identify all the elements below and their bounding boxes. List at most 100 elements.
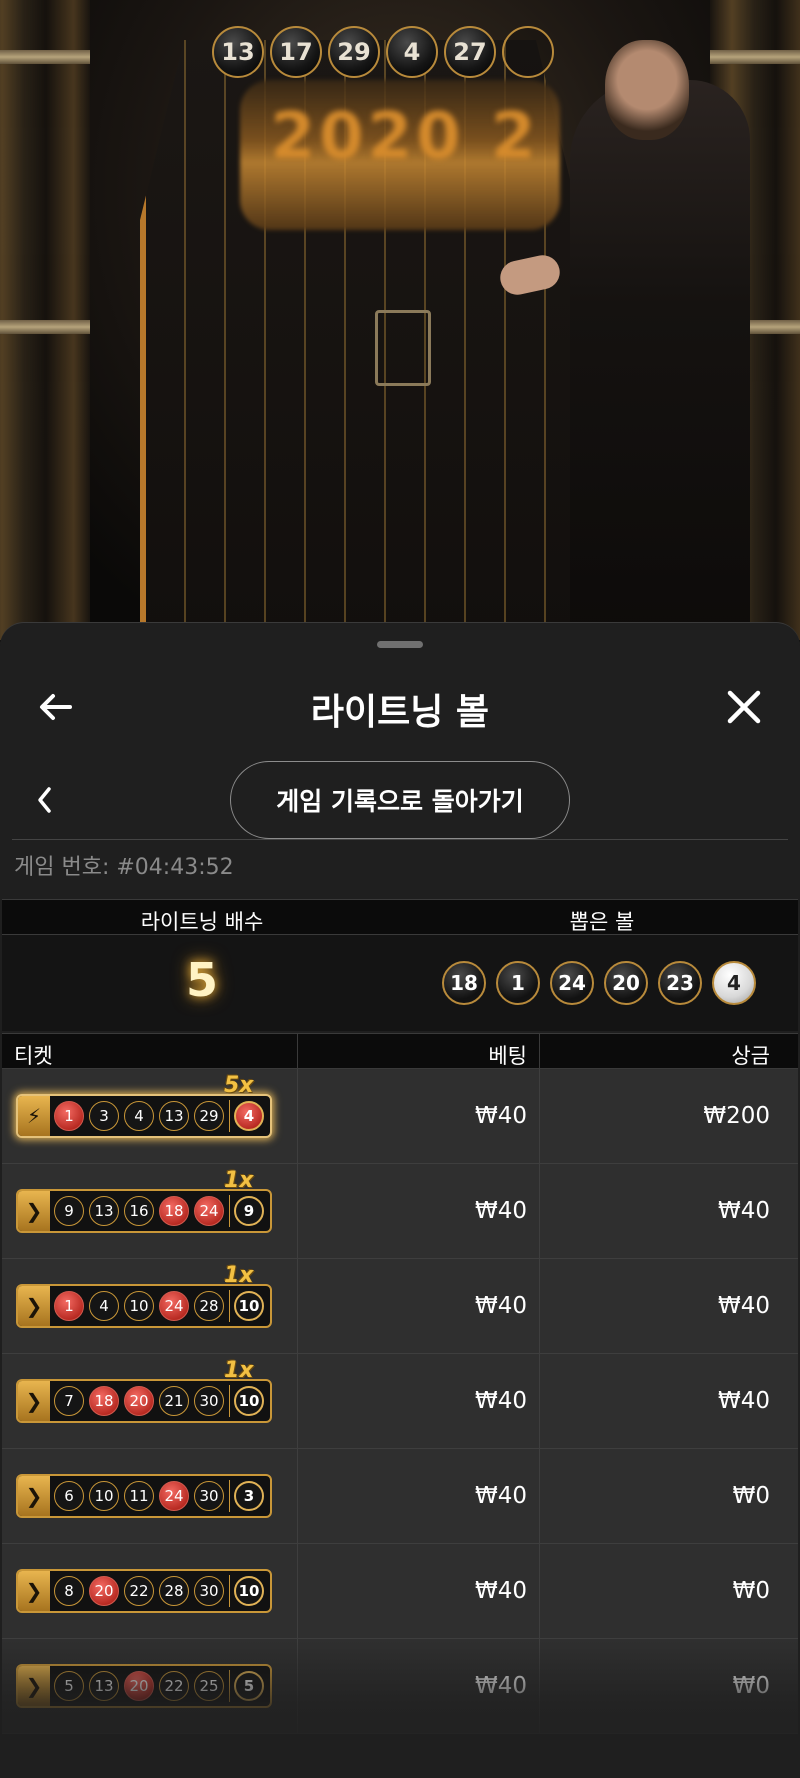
col-bet-header: 베팅	[298, 1034, 540, 1068]
ticket-number: 24	[159, 1291, 189, 1321]
bet-amount: ₩40	[298, 1164, 540, 1258]
bet-amount: ₩40	[298, 1449, 540, 1543]
sheet-drag-handle[interactable]	[377, 641, 423, 648]
prize-amount: ₩0	[732, 1483, 770, 1509]
ticket-number: 1	[54, 1291, 84, 1321]
ticket-separator	[229, 1100, 230, 1132]
ticket-bonus-ball: 10	[234, 1576, 264, 1606]
ticket-number: 16	[124, 1196, 154, 1226]
prize-amount: ₩0	[732, 1578, 770, 1604]
ticket-number: 24	[159, 1481, 189, 1511]
ticket-number: 20	[124, 1671, 154, 1701]
ticket-number: 4	[89, 1291, 119, 1321]
ticket-bonus-ball: 3	[234, 1481, 264, 1511]
ticket-number: 30	[194, 1481, 224, 1511]
table-row[interactable]: ❯ 7 18 20 21 30 10 1x ₩40 ₩40	[2, 1354, 798, 1449]
ticket-multiplier-badge: 5x	[224, 1073, 254, 1098]
page-title: 라이트닝 볼	[310, 692, 490, 733]
ticket-separator	[229, 1480, 230, 1512]
drawn-ball: 4	[386, 26, 438, 78]
ticket: ❯ 9 13 16 18 24 9	[16, 1189, 272, 1233]
back-to-history-button[interactable]: 게임 기록으로 돌아가기	[230, 761, 570, 839]
ticket-number: 30	[194, 1576, 224, 1606]
ticket: ❯ 5 13 20 22 25 5	[16, 1664, 272, 1708]
play-icon: ❯	[18, 1571, 50, 1611]
result-header: 라이트닝 배수 뽑은 볼	[2, 899, 798, 935]
machine-lock	[375, 310, 431, 386]
drawn-ball: 20	[604, 961, 648, 1005]
play-icon: ❯	[18, 1286, 50, 1326]
divider	[12, 839, 788, 840]
ticket-bonus-ball: 4	[234, 1101, 264, 1131]
close-icon[interactable]	[724, 687, 764, 727]
lightning-bolt-icon: ⚡	[18, 1096, 50, 1136]
ticket-bonus-ball: 10	[234, 1386, 264, 1416]
play-icon: ❯	[18, 1381, 50, 1421]
ticket-number: 7	[54, 1386, 84, 1416]
bet-amount: ₩40	[298, 1639, 540, 1733]
ticket-number: 1	[54, 1101, 84, 1131]
ticket-number: 3	[89, 1101, 119, 1131]
ticket: ❯ 7 18 20 21 30 10	[16, 1379, 272, 1423]
live-video-stage: 2020 2 13 17 29 4 27	[0, 0, 800, 640]
bet-amount: ₩40	[298, 1354, 540, 1448]
ticket-number: 10	[124, 1291, 154, 1321]
pending-ball	[502, 26, 554, 78]
ticket: ⚡ 1 3 4 13 29 4	[16, 1094, 272, 1138]
ticket-number: 13	[159, 1101, 189, 1131]
ticket-cell: ❯ 7 18 20 21 30 10 1x	[2, 1354, 298, 1448]
drawn-balls-header: 뽑은 볼	[569, 910, 635, 934]
table-header: 티켓 베팅 상금	[2, 1033, 798, 1069]
game-history-sheet: 라이트닝 볼 게임 기록으로 돌아가기 게임 번호: #04:43:52 라이트…	[0, 622, 800, 1778]
left-pillar	[0, 0, 90, 640]
table-row[interactable]: ❯ 1 4 10 24 28 10 1x ₩40 ₩40	[2, 1259, 798, 1354]
prize-amount: ₩40	[717, 1198, 770, 1224]
ticket-number: 18	[159, 1196, 189, 1226]
ticket-number: 6	[54, 1481, 84, 1511]
game-number: 게임 번호: #04:43:52	[14, 855, 234, 880]
table-row[interactable]: ❯ 6 10 11 24 30 3 ₩40 ₩0	[2, 1449, 798, 1544]
table-row[interactable]: ❯ 5 13 20 22 25 5 ₩40 ₩0	[2, 1639, 798, 1734]
ticket-number: 13	[89, 1196, 119, 1226]
drum-text: 2020 2	[270, 100, 540, 174]
sheet-header: 라이트닝 볼	[0, 663, 800, 753]
ticket-cell: ⚡ 1 3 4 13 29 4 5x	[2, 1069, 298, 1163]
tickets-table: 티켓 베팅 상금 ⚡ 1 3 4 13 29 4 5x ₩40 ₩200 ❯ 9 13 16 18 24 9 1x…	[2, 1033, 798, 1734]
col-prize-header: 상금	[731, 1044, 770, 1068]
prize-amount: ₩40	[717, 1293, 770, 1319]
ticket-number: 25	[194, 1671, 224, 1701]
ticket-bonus-ball: 9	[234, 1196, 264, 1226]
drawn-ball: 17	[270, 26, 322, 78]
ticket-number: 22	[124, 1576, 154, 1606]
table-row[interactable]: ❯ 8 20 22 28 30 10 ₩40 ₩0	[2, 1544, 798, 1639]
bet-amount: ₩40	[298, 1259, 540, 1353]
drawn-ball: 1	[496, 961, 540, 1005]
ticket-number: 10	[89, 1481, 119, 1511]
chevron-left-icon[interactable]	[30, 783, 60, 817]
play-icon: ❯	[18, 1191, 50, 1231]
ticket-number: 20	[124, 1386, 154, 1416]
table-row[interactable]: ⚡ 1 3 4 13 29 4 5x ₩40 ₩200	[2, 1069, 798, 1164]
ticket-multiplier-badge: 1x	[224, 1168, 254, 1193]
ticket-number: 9	[54, 1196, 84, 1226]
ticket: ❯ 1 4 10 24 28 10	[16, 1284, 272, 1328]
ticket-bonus-ball: 10	[234, 1291, 264, 1321]
ticket-separator	[229, 1575, 230, 1607]
prize-amount: ₩40	[717, 1388, 770, 1414]
table-row[interactable]: ❯ 9 13 16 18 24 9 1x ₩40 ₩40	[2, 1164, 798, 1259]
bet-amount: ₩40	[298, 1069, 540, 1163]
col-ticket-header: 티켓	[2, 1034, 298, 1068]
host-body	[570, 80, 750, 640]
drawn-ball: 4	[712, 961, 756, 1005]
ticket-number: 29	[194, 1101, 224, 1131]
prize-amount: ₩200	[703, 1103, 770, 1129]
ticket-separator	[229, 1195, 230, 1227]
ticket-separator	[229, 1290, 230, 1322]
drawn-ball: 29	[328, 26, 380, 78]
ticket-number: 13	[89, 1671, 119, 1701]
ticket-number: 4	[124, 1101, 154, 1131]
ticket-number: 8	[54, 1576, 84, 1606]
prize-amount: ₩0	[732, 1673, 770, 1699]
ticket-separator	[229, 1670, 230, 1702]
table-body: ⚡ 1 3 4 13 29 4 5x ₩40 ₩200 ❯ 9 13 16 18 24 9 1x ₩40 ₩40 ❯ 1 4…	[2, 1069, 798, 1734]
